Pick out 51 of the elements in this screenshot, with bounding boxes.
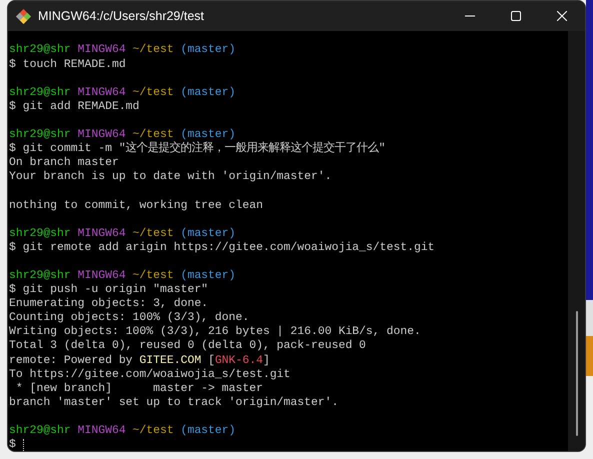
terminal-text: ~/test — [132, 226, 174, 242]
terminal-text: $ git push -u origin "master" — [9, 282, 208, 298]
terminal-text: GITEE.COM — [139, 352, 202, 368]
terminal-text: [ — [207, 352, 215, 368]
terminal-text: MINGW64 — [78, 268, 126, 284]
terminal-text: ~/test — [132, 84, 174, 100]
terminal-text: nothing to commit, working tree clean — [9, 198, 263, 214]
terminal-text: Enumerating objects: 3, done. — [9, 296, 208, 312]
terminal-text: shr29@shr — [9, 127, 71, 142]
window-title: MINGW64:/c/Users/shr29/test — [38, 8, 204, 25]
terminal-text: (master) — [180, 84, 236, 101]
app-logo-icon — [16, 8, 31, 24]
terminal-text: branch 'master' set up to track 'origin/master'. — [9, 394, 338, 411]
terminal-text: * [new branch] master -> master — [14, 380, 263, 396]
terminal-text: shr29@shr — [9, 226, 71, 242]
terminal-text: $ — [9, 437, 16, 451]
terminal-text: $ git remote add arigin https://gitee.com/woaiwojia_s/test.git — [9, 240, 435, 256]
terminal-text: On branch master — [9, 155, 119, 170]
terminal-text: (master) — [180, 127, 236, 142]
scrollbar-thumb[interactable] — [576, 311, 578, 436]
terminal-text: ~/test — [132, 127, 174, 142]
terminal-text: MINGW64 — [78, 42, 126, 58]
terminal-text: To https://gitee.com/woaiwojia_s/test.git — [9, 366, 290, 382]
terminal-text: ~/test — [132, 423, 174, 439]
terminal-text: Your branch is up to date with 'origin/master'. — [9, 169, 332, 186]
terminal-text: GNK-6.4 — [214, 352, 263, 368]
terminal-text: (master) — [180, 226, 236, 242]
terminal-text: remote: Powered by — [9, 352, 134, 368]
terminal-text: (master) — [180, 42, 236, 58]
terminal-text: Total 3 (delta 0), reused 0 (delta 0), pack-reused 0 — [9, 338, 366, 354]
text-cursor — [22, 438, 24, 451]
terminal-text: shr29@shr — [9, 84, 71, 100]
terminal-text: shr29@shr — [9, 42, 71, 58]
terminal-text: $ git add REMADE.md — [9, 98, 140, 115]
terminal-text: ~/test — [132, 268, 174, 284]
terminal-text: shr29@shr — [9, 423, 71, 438]
terminal-text: MINGW64 — [78, 84, 126, 100]
terminal-text: $ git commit -m "这个是提交的注释，一般用来解释这个提交干了什么" — [9, 140, 386, 156]
terminal-text: ~/test — [132, 42, 174, 58]
terminal-text: Counting objects: 100% (3/3), done. — [9, 310, 250, 326]
terminal-text: MINGW64 — [78, 226, 126, 242]
terminal-text: ] — [262, 352, 270, 368]
terminal-text: MINGW64 — [78, 127, 126, 142]
maximize-icon — [511, 11, 521, 21]
terminal-text: (master) — [180, 268, 236, 284]
terminal-text: $ touch REMADE.md — [9, 56, 126, 73]
terminal-text: MINGW64 — [78, 423, 126, 439]
terminal-text: (master) — [180, 423, 236, 439]
terminal-text: shr29@shr — [9, 268, 71, 284]
terminal-text: Writing objects: 100% (3/3), 216 bytes | 216.00 KiB/s, done. — [9, 324, 421, 340]
close-icon — [557, 11, 567, 21]
